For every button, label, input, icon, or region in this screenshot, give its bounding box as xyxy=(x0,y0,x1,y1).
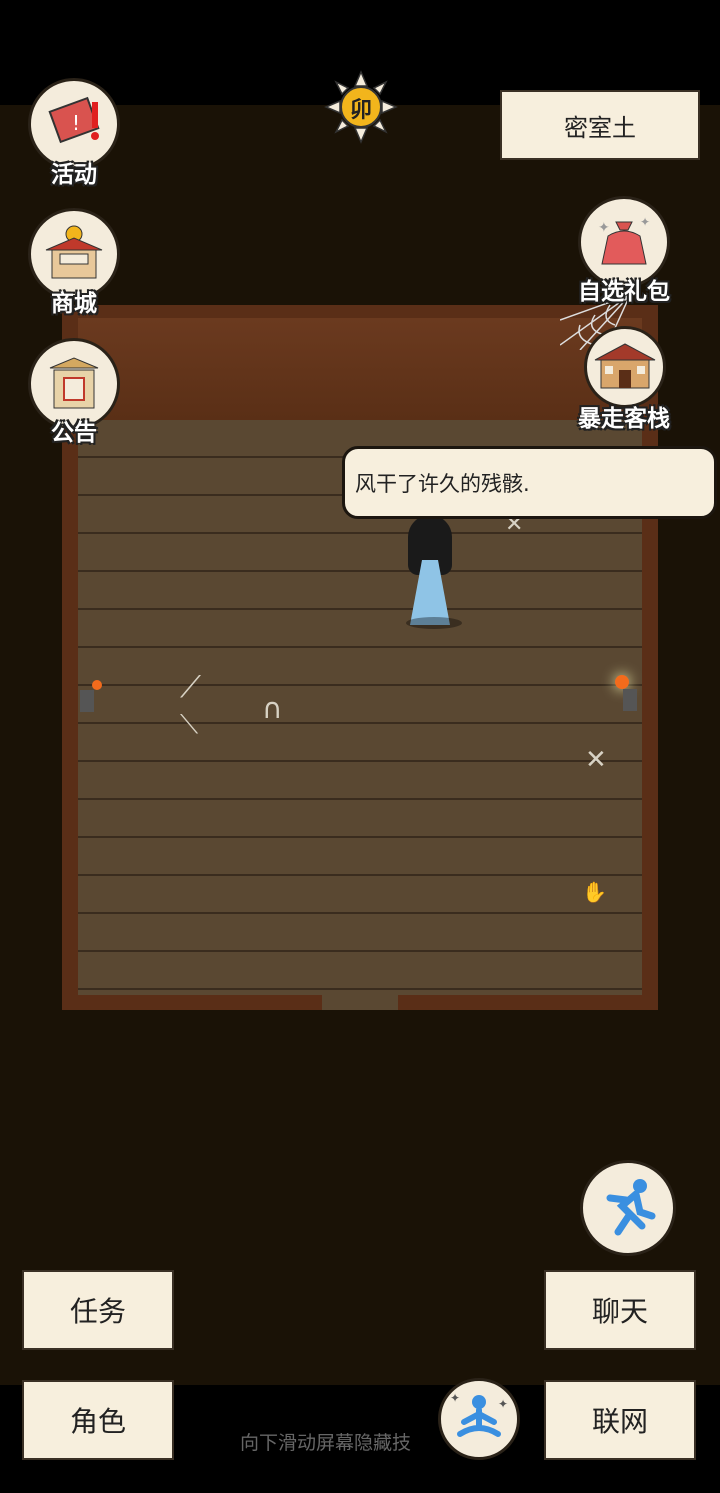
svg-text:!: ! xyxy=(72,111,80,135)
wall-torch-left xyxy=(80,680,104,716)
character-label: 角色 xyxy=(69,1405,126,1438)
wall-torch-right xyxy=(615,675,641,715)
room-doorway[interactable] xyxy=(322,995,398,1010)
bone-pile-1[interactable]: ⟋ xyxy=(180,670,201,705)
time-badge-text: 卯 xyxy=(349,98,372,123)
bone-pile-4[interactable]: ✕ xyxy=(585,745,607,775)
svg-text:✦: ✦ xyxy=(640,215,650,229)
dialog-text: 风干了许久的残骸. xyxy=(355,471,530,496)
gift-bag-icon: ✦ ✦ xyxy=(598,215,650,265)
notice-label: 公告 xyxy=(51,420,97,446)
time-of-day-indicator[interactable]: 卯 xyxy=(324,70,398,144)
inn-button[interactable] xyxy=(584,326,666,408)
gift-pack-label: 自选礼包 xyxy=(578,279,670,305)
svg-text:✦: ✦ xyxy=(598,220,610,236)
task-button[interactable]: 任务 xyxy=(22,1270,174,1350)
svg-text:✦: ✦ xyxy=(450,1391,460,1405)
event-scroll-icon: ! xyxy=(48,96,100,144)
shop-building-icon xyxy=(45,225,103,279)
network-button[interactable]: 联网 xyxy=(544,1380,696,1460)
shop-label: 商城 xyxy=(51,291,97,317)
meditate-button[interactable]: ✦ ✦ xyxy=(438,1378,520,1460)
task-label: 任务 xyxy=(69,1295,126,1328)
skeleton-hand[interactable]: ✋ xyxy=(582,880,607,904)
bone-pile-3[interactable]: ∩ xyxy=(262,692,283,725)
dialog-bubble[interactable]: 风干了许久的残骸. xyxy=(342,446,717,519)
room-back-wall xyxy=(78,318,642,420)
inn-label: 暴走客栈 xyxy=(578,406,670,432)
location-name: 密室土 xyxy=(564,113,636,142)
svg-text:✦: ✦ xyxy=(498,1397,508,1411)
running-man-icon xyxy=(606,1179,656,1236)
notice-board-icon xyxy=(49,357,99,409)
location-name-box: 密室土 xyxy=(500,90,700,160)
meditation-icon: ✦ ✦ xyxy=(450,1391,508,1437)
network-label: 联网 xyxy=(591,1405,648,1438)
player-character[interactable] xyxy=(398,515,468,630)
inn-building-icon xyxy=(594,343,656,389)
sprint-button[interactable] xyxy=(580,1160,676,1256)
chat-button[interactable]: 聊天 xyxy=(544,1270,696,1350)
character-button[interactable]: 角色 xyxy=(22,1380,174,1460)
bone-pile-2[interactable]: ⟍ xyxy=(180,710,198,741)
event-label: 活动 xyxy=(51,162,97,188)
hide-skills-hint: 向下滑动屏幕隐藏技 xyxy=(240,1432,412,1454)
chat-label: 聊天 xyxy=(591,1295,648,1328)
